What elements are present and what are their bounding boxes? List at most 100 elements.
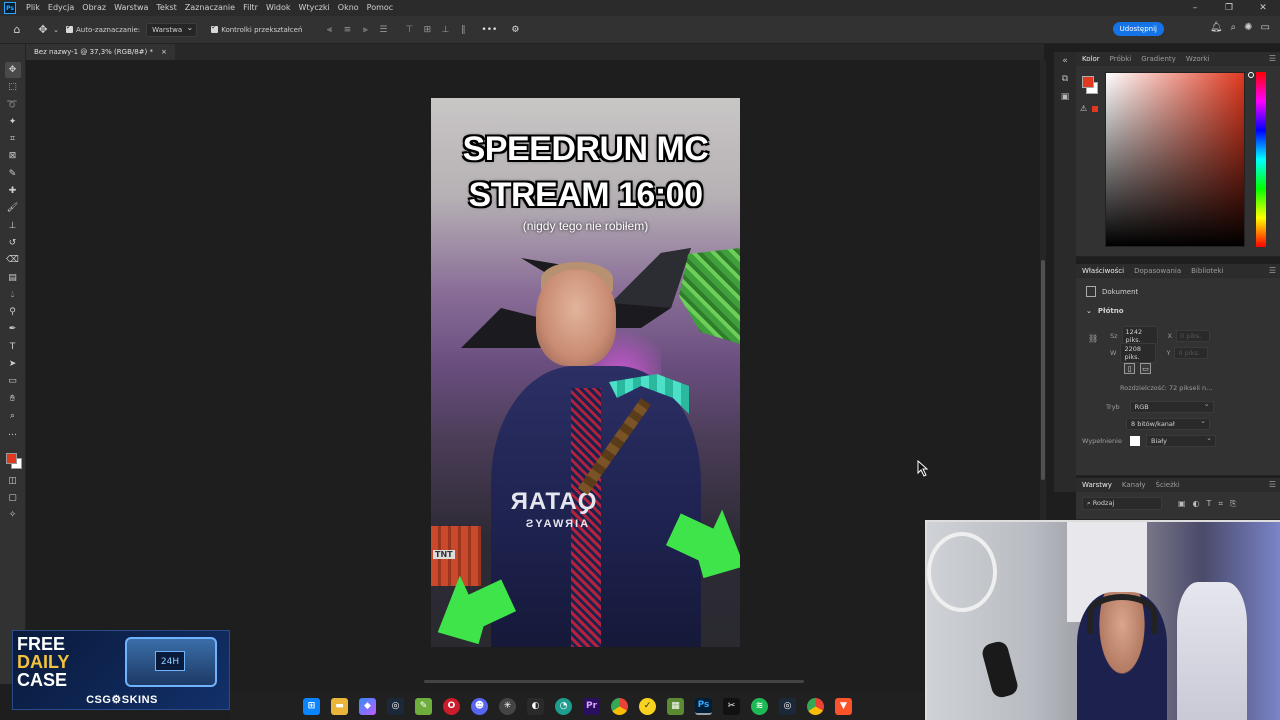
- collapse-panels-icon[interactable]: «: [1062, 56, 1068, 66]
- link-dimensions-icon[interactable]: ⛓: [1088, 334, 1098, 343]
- steam-icon[interactable]: ◎: [387, 697, 404, 715]
- align-left-icon[interactable]: ⫷: [322, 23, 336, 37]
- stamp-tool-icon[interactable]: ⊥: [5, 218, 21, 234]
- discover-icon[interactable]: ✺: [1244, 22, 1252, 33]
- gear-icon[interactable]: ⚙: [508, 23, 522, 37]
- chrome-icon[interactable]: [611, 697, 628, 715]
- menu-zaznaczanie[interactable]: Zaznaczanie: [181, 0, 239, 16]
- pixel-layer-filter-icon[interactable]: ▣: [1178, 499, 1186, 509]
- tab-kanaly[interactable]: Kanały: [1122, 481, 1146, 489]
- menu-okno[interactable]: Okno: [334, 0, 363, 16]
- tab-warstwy[interactable]: Warstwy: [1082, 481, 1112, 489]
- share-button[interactable]: Udostępnij: [1112, 22, 1164, 36]
- restore-icon[interactable]: ❐: [1212, 0, 1246, 16]
- fill-color-swatch[interactable]: [1129, 436, 1140, 446]
- layer-kind-filter-dropdown[interactable]: ⌕ Rodzaj: [1082, 497, 1162, 510]
- more-options-icon[interactable]: •••: [481, 23, 497, 37]
- transform-controls-checkbox[interactable]: Kontrolki przekształceń: [211, 23, 302, 34]
- scrollbar-thumb[interactable]: [1041, 260, 1045, 480]
- tab-wlasciwosci[interactable]: Właściwości: [1082, 267, 1124, 275]
- gradient-tool-icon[interactable]: ▤: [5, 270, 21, 286]
- file-explorer-icon[interactable]: ▬: [331, 697, 348, 715]
- discord-icon[interactable]: ☻: [471, 697, 488, 715]
- menu-obraz[interactable]: Obraz: [78, 0, 110, 16]
- mode-dropdown[interactable]: RGB: [1129, 400, 1214, 413]
- height-field[interactable]: 2208 piks.: [1120, 343, 1157, 363]
- eyedropper-tool-icon[interactable]: ✎: [5, 166, 21, 182]
- tab-probki[interactable]: Próbki: [1110, 55, 1132, 63]
- edge-icon[interactable]: ◔: [555, 697, 572, 715]
- generative-fill-icon[interactable]: ✧: [5, 507, 21, 523]
- eraser-tool-icon[interactable]: ⌫: [5, 252, 21, 268]
- frame-tool-icon[interactable]: ⊠: [5, 148, 21, 164]
- blur-tool-icon[interactable]: 💧︎: [5, 287, 21, 303]
- brush-tool-icon[interactable]: 🖌︎: [5, 200, 21, 216]
- foreground-color-swatch[interactable]: [1082, 76, 1094, 88]
- tab-wzorki[interactable]: Wzorki: [1186, 55, 1210, 63]
- marquee-tool-icon[interactable]: ⬚: [5, 79, 21, 95]
- hand-tool-icon[interactable]: ✋︎: [5, 391, 21, 407]
- opera-icon[interactable]: O: [443, 697, 460, 715]
- home-icon[interactable]: ⌂: [8, 21, 26, 39]
- align-center-icon[interactable]: ≡: [340, 23, 354, 37]
- crop-tool-icon[interactable]: ⌗: [5, 131, 21, 147]
- chrome-2-icon[interactable]: [807, 697, 824, 715]
- menu-plik[interactable]: Plik: [22, 0, 44, 16]
- chatgpt-icon[interactable]: ✳: [499, 697, 516, 715]
- notepad-icon[interactable]: ✎: [415, 697, 432, 715]
- foreground-color-swatch[interactable]: [5, 452, 17, 464]
- landscape-orientation-icon[interactable]: ▭: [1140, 363, 1151, 374]
- distribute-icon[interactable]: ☰: [376, 23, 390, 37]
- menu-pomoc[interactable]: Pomoc: [363, 0, 398, 16]
- x-field[interactable]: 0 piks.: [1176, 330, 1210, 342]
- panel-menu-icon[interactable]: ☰: [1269, 266, 1276, 275]
- shape-filter-icon[interactable]: ⌗: [1218, 499, 1223, 509]
- healing-brush-tool-icon[interactable]: ✚: [5, 183, 21, 199]
- zoom-tool-icon[interactable]: ⌕: [5, 408, 21, 424]
- pen-tool-icon[interactable]: ✒: [5, 321, 21, 337]
- auto-select-target-dropdown[interactable]: Warstwa: [146, 22, 198, 37]
- align-right-icon[interactable]: ⫸: [358, 23, 372, 37]
- adjustment-filter-icon[interactable]: ◐: [1193, 499, 1200, 509]
- quick-mask-icon[interactable]: ◫: [5, 473, 21, 489]
- align-middle-icon[interactable]: ⊞: [420, 23, 434, 37]
- move-tool-icon[interactable]: ✥: [4, 62, 21, 78]
- tab-biblioteki[interactable]: Biblioteki: [1191, 267, 1223, 275]
- type-tool-icon[interactable]: T: [5, 339, 21, 355]
- bit-depth-dropdown[interactable]: 8 bitów/kanał: [1126, 417, 1210, 430]
- horizontal-scrollbar[interactable]: [424, 680, 804, 683]
- minimize-icon[interactable]: –: [1178, 0, 1212, 16]
- copilot-icon[interactable]: ◆: [359, 697, 376, 715]
- gamut-color-swatch[interactable]: [1092, 106, 1098, 112]
- menu-widok[interactable]: Widok: [262, 0, 295, 16]
- spotify-icon[interactable]: ≋: [751, 697, 768, 715]
- rectangle-tool-icon[interactable]: ▭: [5, 373, 21, 389]
- document-tab[interactable]: Bez nazwy-1 @ 37,3% (RGB/8#) * ×: [26, 44, 175, 60]
- capcut-icon[interactable]: ✂: [723, 697, 740, 715]
- norton-icon[interactable]: ✓: [639, 697, 656, 715]
- out-of-gamut-warning-icon[interactable]: ⚠: [1080, 104, 1087, 113]
- tab-gradienty[interactable]: Gradienty: [1141, 55, 1176, 63]
- menu-filtr[interactable]: Filtr: [239, 0, 262, 16]
- color-picker-handle[interactable]: [1248, 72, 1254, 78]
- steam-2-icon[interactable]: ◎: [779, 697, 796, 715]
- align-bottom-icon[interactable]: ⊥: [438, 23, 452, 37]
- photoshop-icon[interactable]: Ps: [695, 697, 712, 715]
- artboard-image[interactable]: QATAR AIRWAYS TNT SPEEDRUN MC STREAM 16:…: [431, 98, 740, 647]
- panel-menu-icon[interactable]: ☰: [1269, 54, 1276, 63]
- close-icon[interactable]: ✕: [1246, 0, 1280, 16]
- more-tools-icon[interactable]: …: [5, 425, 21, 441]
- chevron-down-icon[interactable]: ⌄: [1086, 307, 1092, 315]
- menu-tekst[interactable]: Tekst: [152, 0, 180, 16]
- move-tool-icon[interactable]: ✥: [34, 21, 52, 39]
- menu-wtyczki[interactable]: Wtyczki: [295, 0, 334, 16]
- canvas-section-header[interactable]: ⌄ Płótno: [1076, 303, 1280, 321]
- lasso-tool-icon[interactable]: ➰: [5, 97, 21, 113]
- color-swatches[interactable]: [4, 447, 22, 469]
- portrait-orientation-icon[interactable]: ▯: [1124, 363, 1135, 374]
- screen-mode-icon[interactable]: ▢: [5, 490, 21, 506]
- canvas-area[interactable]: QATAR AIRWAYS TNT SPEEDRUN MC STREAM 16:…: [26, 60, 1036, 684]
- path-selection-tool-icon[interactable]: ➤: [5, 356, 21, 372]
- hue-slider[interactable]: [1256, 72, 1266, 247]
- tab-close-icon[interactable]: ×: [161, 44, 167, 60]
